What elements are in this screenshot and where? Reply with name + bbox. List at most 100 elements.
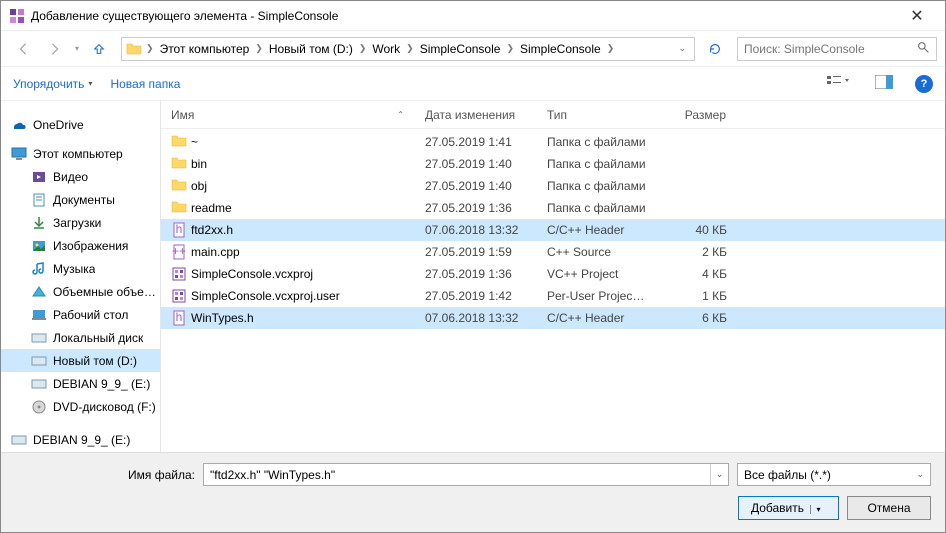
split-dropdown-icon[interactable]: ▾ — [810, 505, 826, 514]
chevron-right-icon[interactable]: ❯ — [605, 43, 617, 54]
crumb-2[interactable]: Work — [368, 42, 404, 56]
chevron-right-icon[interactable]: ❯ — [357, 43, 369, 54]
file-icon: h — [171, 310, 187, 326]
search-box[interactable] — [737, 37, 937, 61]
sidebar-item[interactable]: Музыка — [1, 257, 160, 280]
sidebar-item-label: Локальный диск — [53, 331, 143, 345]
sidebar-item-label: Загрузки — [53, 216, 101, 230]
column-name[interactable]: Имя⌃ — [161, 101, 415, 128]
sidebar-item[interactable]: Документы — [1, 188, 160, 211]
file-size-cell: 1 КБ — [657, 289, 737, 303]
file-row[interactable]: bin27.05.2019 1:40Папка с файлами — [161, 153, 945, 175]
file-name-cell: hWinTypes.h — [161, 310, 415, 326]
file-row[interactable]: ++main.cpp27.05.2019 1:59C++ Source2 КБ — [161, 241, 945, 263]
view-options-button[interactable] — [823, 73, 853, 94]
file-row[interactable]: SimpleConsole.vcxproj27.05.2019 1:36VC++… — [161, 263, 945, 285]
file-icon — [171, 200, 187, 216]
sidebar-item[interactable]: Видео — [1, 165, 160, 188]
sidebar-this-pc[interactable]: Этот компьютер — [1, 142, 160, 165]
breadcrumb-dropdown[interactable]: ⌄ — [678, 43, 686, 54]
add-button[interactable]: Добавить▾ — [738, 496, 839, 520]
file-row[interactable]: obj27.05.2019 1:40Папка с файлами — [161, 175, 945, 197]
filename-label: Имя файла: — [15, 468, 195, 482]
sidebar-onedrive[interactable]: OneDrive — [1, 113, 160, 136]
file-date-cell: 27.05.2019 1:36 — [415, 267, 537, 281]
file-type-filter[interactable]: Все файлы (*.*) ⌄ — [737, 463, 931, 486]
sidebar-item-icon — [31, 307, 47, 323]
sidebar-item[interactable]: Объемные объекты — [1, 280, 160, 303]
file-icon: ++ — [171, 244, 187, 260]
sidebar-item-icon — [31, 261, 47, 277]
column-date[interactable]: Дата изменения — [415, 101, 537, 128]
sidebar-item-icon — [31, 399, 47, 415]
sidebar-item[interactable]: Рабочий стол — [1, 303, 160, 326]
file-type-cell: Папка с файлами — [537, 179, 657, 193]
column-type[interactable]: Тип — [537, 101, 657, 128]
crumb-4[interactable]: SimpleConsole — [516, 42, 605, 56]
file-name-cell: hftd2xx.h — [161, 222, 415, 238]
folder-icon — [126, 42, 142, 56]
refresh-button[interactable] — [703, 37, 727, 61]
sidebar-item-label: Музыка — [53, 262, 95, 276]
file-name-cell: SimpleConsole.vcxproj.user — [161, 288, 415, 304]
up-button[interactable] — [85, 35, 113, 63]
sidebar-item-icon — [31, 376, 47, 392]
help-button[interactable]: ? — [915, 75, 933, 93]
crumb-1[interactable]: Новый том (D:) — [265, 42, 357, 56]
history-dropdown[interactable]: ▾ — [73, 44, 81, 53]
filename-dropdown[interactable]: ⌄ — [710, 464, 728, 485]
sidebar-item[interactable]: DEBIAN 9_9_ (E:) — [1, 372, 160, 395]
sidebar-item[interactable]: Локальный диск — [1, 326, 160, 349]
back-button[interactable] — [9, 35, 37, 63]
sidebar-item-icon — [31, 284, 47, 300]
preview-pane-button[interactable] — [871, 73, 897, 94]
sidebar-item[interactable]: Загрузки — [1, 211, 160, 234]
chevron-down-icon: ⌄ — [916, 469, 924, 480]
search-input[interactable] — [744, 42, 913, 56]
crumb-3[interactable]: SimpleConsole — [416, 42, 505, 56]
sidebar-item-label: Изображения — [53, 239, 128, 253]
window-title: Добавление существующего элемента - Simp… — [31, 9, 897, 23]
chevron-right-icon[interactable]: ❯ — [504, 43, 516, 54]
content-area: OneDrive Этот компьютер ВидеоДокументы За… — [1, 101, 945, 452]
file-icon — [171, 156, 187, 172]
svg-text:h: h — [176, 310, 183, 324]
filename-input[interactable] — [204, 464, 710, 485]
close-button[interactable]: ✕ — [897, 6, 937, 26]
chevron-right-icon[interactable]: ❯ — [144, 43, 156, 54]
file-row[interactable]: hWinTypes.h07.06.2018 13:32C/C++ Header6… — [161, 307, 945, 329]
file-type-cell: Папка с файлами — [537, 157, 657, 171]
new-folder-button[interactable]: Новая папка — [110, 77, 180, 91]
organize-button[interactable]: Упорядочить▾ — [13, 77, 92, 91]
file-row[interactable]: SimpleConsole.vcxproj.user27.05.2019 1:4… — [161, 285, 945, 307]
file-row[interactable]: hftd2xx.h07.06.2018 13:32C/C++ Header40 … — [161, 219, 945, 241]
file-row[interactable]: ~27.05.2019 1:41Папка с файлами — [161, 131, 945, 153]
file-date-cell: 27.05.2019 1:40 — [415, 157, 537, 171]
svg-text:++: ++ — [172, 244, 186, 258]
column-headers: Имя⌃ Дата изменения Тип Размер — [161, 101, 945, 129]
cancel-button[interactable]: Отмена — [847, 496, 931, 520]
bottom-panel: Имя файла: ⌄ Все файлы (*.*) ⌄ Добавить▾… — [1, 452, 945, 532]
sidebar-item[interactable]: Изображения — [1, 234, 160, 257]
filename-field-wrap[interactable]: ⌄ — [203, 463, 729, 486]
search-icon[interactable] — [917, 41, 930, 57]
column-size[interactable]: Размер — [657, 101, 737, 128]
chevron-right-icon[interactable]: ❯ — [253, 43, 265, 54]
file-type-cell: C++ Source — [537, 245, 657, 259]
sidebar-detached-drive[interactable]: DEBIAN 9_9_ (E:) — [1, 428, 160, 451]
file-date-cell: 27.05.2019 1:42 — [415, 289, 537, 303]
onedrive-icon — [11, 117, 27, 133]
breadcrumb[interactable]: ❯ Этот компьютер ❯ Новый том (D:) ❯ Work… — [121, 37, 695, 61]
crumb-0[interactable]: Этот компьютер — [156, 42, 254, 56]
sidebar-item[interactable]: Новый том (D:) — [1, 349, 160, 372]
file-type-cell: Папка с файлами — [537, 201, 657, 215]
forward-button[interactable] — [41, 35, 69, 63]
file-icon — [171, 134, 187, 150]
sidebar-item-label: Новый том (D:) — [53, 354, 137, 368]
chevron-right-icon[interactable]: ❯ — [404, 43, 416, 54]
file-row[interactable]: readme27.05.2019 1:36Папка с файлами — [161, 197, 945, 219]
file-type-cell: C/C++ Header — [537, 311, 657, 325]
file-date-cell: 27.05.2019 1:59 — [415, 245, 537, 259]
sidebar-item[interactable]: DVD-дисковод (F:) — [1, 395, 160, 418]
sidebar-item-icon — [31, 192, 47, 208]
